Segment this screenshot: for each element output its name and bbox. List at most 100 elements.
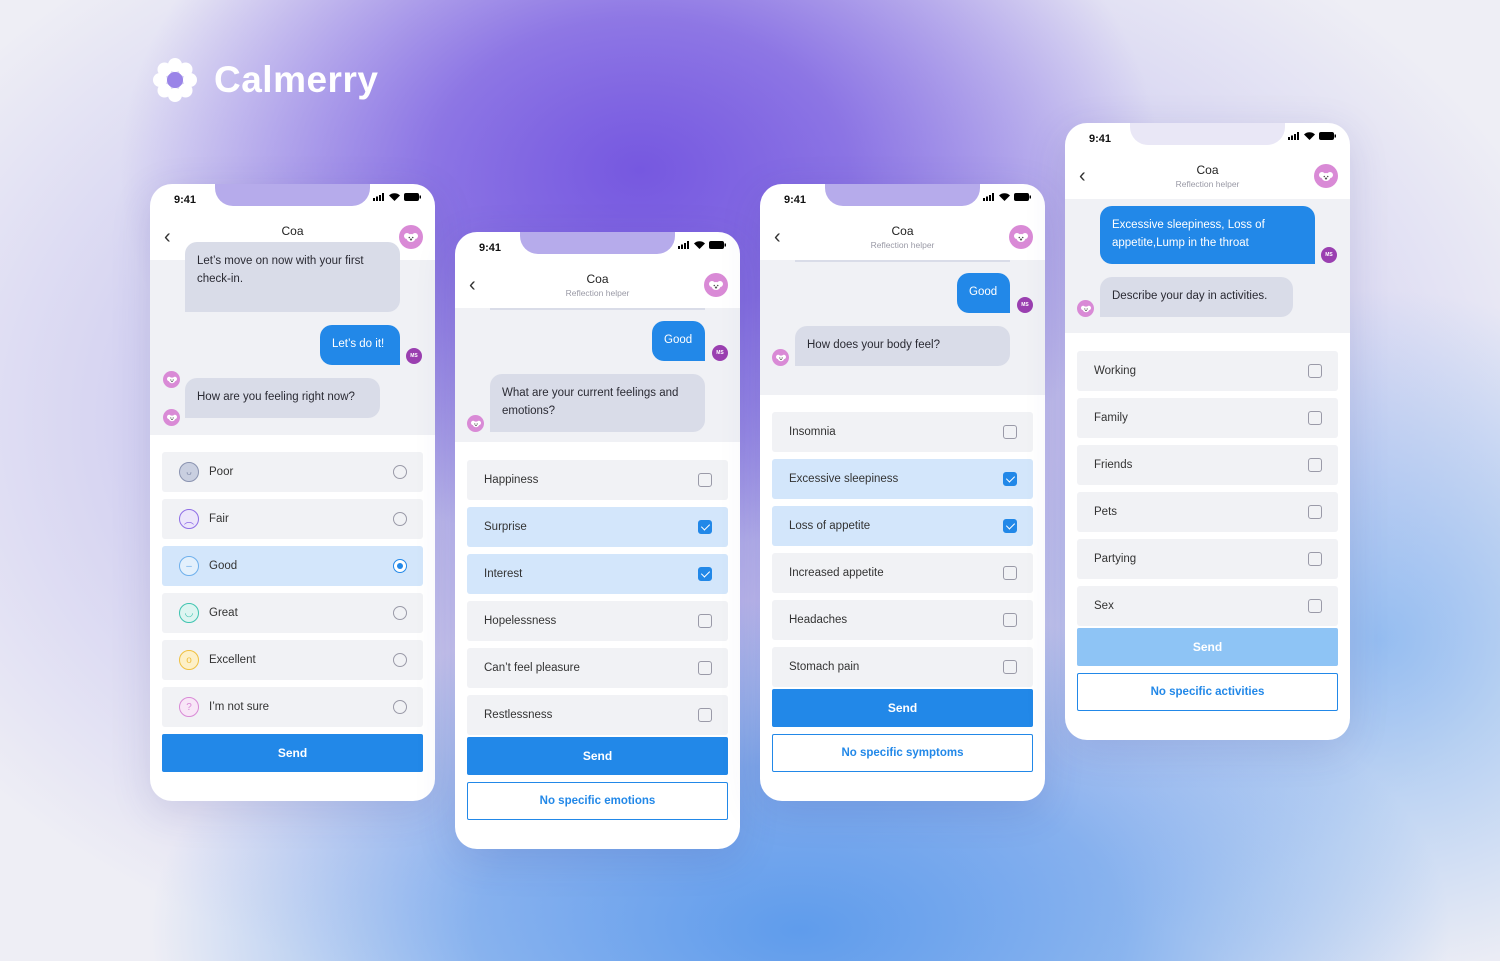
no-specific-button[interactable]: No specific symptoms xyxy=(772,734,1033,772)
option-fair[interactable]: ︵ Fair xyxy=(162,499,423,539)
option-partying[interactable]: Partying xyxy=(1077,539,1338,579)
notch xyxy=(520,232,675,254)
option-label: Good xyxy=(209,560,238,572)
option-headaches[interactable]: Headaches xyxy=(772,600,1033,640)
option-sex[interactable]: Sex xyxy=(1077,586,1338,626)
option-interest[interactable]: Interest xyxy=(467,554,728,594)
checkbox[interactable] xyxy=(1003,660,1017,674)
user-avatar: MS xyxy=(406,348,422,364)
option-restlessness[interactable]: Restlessness xyxy=(467,695,728,735)
option-working[interactable]: Working xyxy=(1077,351,1338,391)
checkbox[interactable] xyxy=(1003,519,1017,533)
checkbox[interactable] xyxy=(1003,472,1017,486)
chat-subtitle: Reflection helper xyxy=(565,288,630,298)
checkbox[interactable] xyxy=(698,473,712,487)
send-button[interactable]: Send xyxy=(467,737,728,775)
option-surprise[interactable]: Surprise xyxy=(467,507,728,547)
previous-message-edge xyxy=(795,260,1010,262)
chat-title: Coa xyxy=(281,224,304,238)
bot-message: How are you feeling right now? xyxy=(185,378,380,418)
user-avatar: MS xyxy=(712,345,728,361)
chat-subtitle: Reflection helper xyxy=(870,240,935,250)
status-icons xyxy=(678,241,726,249)
sad-face-icon: ᴗ xyxy=(179,462,199,482)
option-label: Loss of appetite xyxy=(789,520,871,532)
radio[interactable] xyxy=(393,512,407,526)
send-button[interactable]: Send xyxy=(1077,628,1338,666)
option-label: Partying xyxy=(1094,553,1137,565)
chat-title: Coa xyxy=(1196,163,1219,177)
chat-area: Good MS How does your body feel? xyxy=(760,260,1045,395)
flower-logo-icon xyxy=(153,58,197,102)
status-time: 9:41 xyxy=(1089,133,1112,145)
option-label: Hopelessness xyxy=(484,615,557,627)
option-excellent[interactable]: o Excellent xyxy=(162,640,423,680)
checkbox[interactable] xyxy=(1003,613,1017,627)
koala-avatar-icon[interactable] xyxy=(1009,225,1033,249)
chat-header: ‹CoaReflection helper xyxy=(1065,153,1350,199)
checkbox[interactable] xyxy=(1308,599,1322,613)
smile-face-icon: ◡ xyxy=(179,603,199,623)
option-good[interactable]: – Good xyxy=(162,546,423,586)
option-friends[interactable]: Friends xyxy=(1077,445,1338,485)
radio[interactable] xyxy=(393,559,407,573)
option-label: Fair xyxy=(209,513,229,525)
checkbox[interactable] xyxy=(1308,458,1322,472)
checkbox[interactable] xyxy=(698,661,712,675)
option-label: Great xyxy=(209,607,238,619)
checkbox[interactable] xyxy=(698,708,712,722)
option-happiness[interactable]: Happiness xyxy=(467,460,728,500)
brand-logo: Calmerry xyxy=(150,55,378,105)
notch xyxy=(1130,123,1285,145)
signal-icon xyxy=(983,193,994,201)
option-insomnia[interactable]: Insomnia xyxy=(772,412,1033,452)
radio[interactable] xyxy=(393,653,407,667)
previous-message-edge xyxy=(490,308,705,310)
option-label: Can’t feel pleasure xyxy=(484,662,580,674)
radio[interactable] xyxy=(393,700,407,714)
chat-title: Coa xyxy=(891,224,914,238)
checkbox[interactable] xyxy=(1308,411,1322,425)
option-great[interactable]: ◡ Great xyxy=(162,593,423,633)
option-loss-of-appetite[interactable]: Loss of appetite xyxy=(772,506,1033,546)
option-poor[interactable]: ᴗ Poor xyxy=(162,452,423,492)
user-message: Good xyxy=(652,321,705,361)
koala-avatar-icon[interactable] xyxy=(399,225,423,249)
no-specific-button[interactable]: No specific activities xyxy=(1077,673,1338,711)
send-button[interactable]: Send xyxy=(772,689,1033,727)
signal-icon xyxy=(373,193,384,201)
user-message: Let’s do it! xyxy=(320,325,400,365)
no-specific-button[interactable]: No specific emotions xyxy=(467,782,728,820)
checkbox[interactable] xyxy=(698,614,712,628)
option-label: Friends xyxy=(1094,459,1133,471)
option-stomach-pain[interactable]: Stomach pain xyxy=(772,647,1033,687)
option-pets[interactable]: Pets xyxy=(1077,492,1338,532)
checkbox[interactable] xyxy=(698,567,712,581)
radio[interactable] xyxy=(393,606,407,620)
bot-message: What are your current feelings and emoti… xyxy=(490,374,705,432)
checkbox[interactable] xyxy=(1308,364,1322,378)
neutral-face-icon: – xyxy=(179,556,199,576)
koala-avatar-icon[interactable] xyxy=(704,273,728,297)
option-family[interactable]: Family xyxy=(1077,398,1338,438)
checkbox[interactable] xyxy=(1003,425,1017,439)
option-increased-appetite[interactable]: Increased appetite xyxy=(772,553,1033,593)
option-label: I’m not sure xyxy=(209,701,270,713)
battery-icon xyxy=(1319,132,1336,140)
send-button[interactable]: Send xyxy=(162,734,423,772)
option-can-t-feel-pleasure[interactable]: Can’t feel pleasure xyxy=(467,648,728,688)
checkbox[interactable] xyxy=(1308,552,1322,566)
koala-avatar-icon[interactable] xyxy=(1314,164,1338,188)
option-hopelessness[interactable]: Hopelessness xyxy=(467,601,728,641)
checkbox[interactable] xyxy=(698,520,712,534)
option-excessive-sleepiness[interactable]: Excessive sleepiness xyxy=(772,459,1033,499)
radio[interactable] xyxy=(393,465,407,479)
option-i-m-not-sure[interactable]: ? I’m not sure xyxy=(162,687,423,727)
bot-message: Describe your day in activities. xyxy=(1100,277,1293,317)
checkbox[interactable] xyxy=(1308,505,1322,519)
user-message: Good xyxy=(957,273,1010,313)
option-label: Working xyxy=(1094,365,1136,377)
phone-screen-4: 9:41 ‹ Coa Reflection helper Excessive sleep… xyxy=(1065,123,1350,740)
phone-screen-3: 9:41 ‹ Coa Reflection helper Good MS How does … xyxy=(760,184,1045,801)
checkbox[interactable] xyxy=(1003,566,1017,580)
